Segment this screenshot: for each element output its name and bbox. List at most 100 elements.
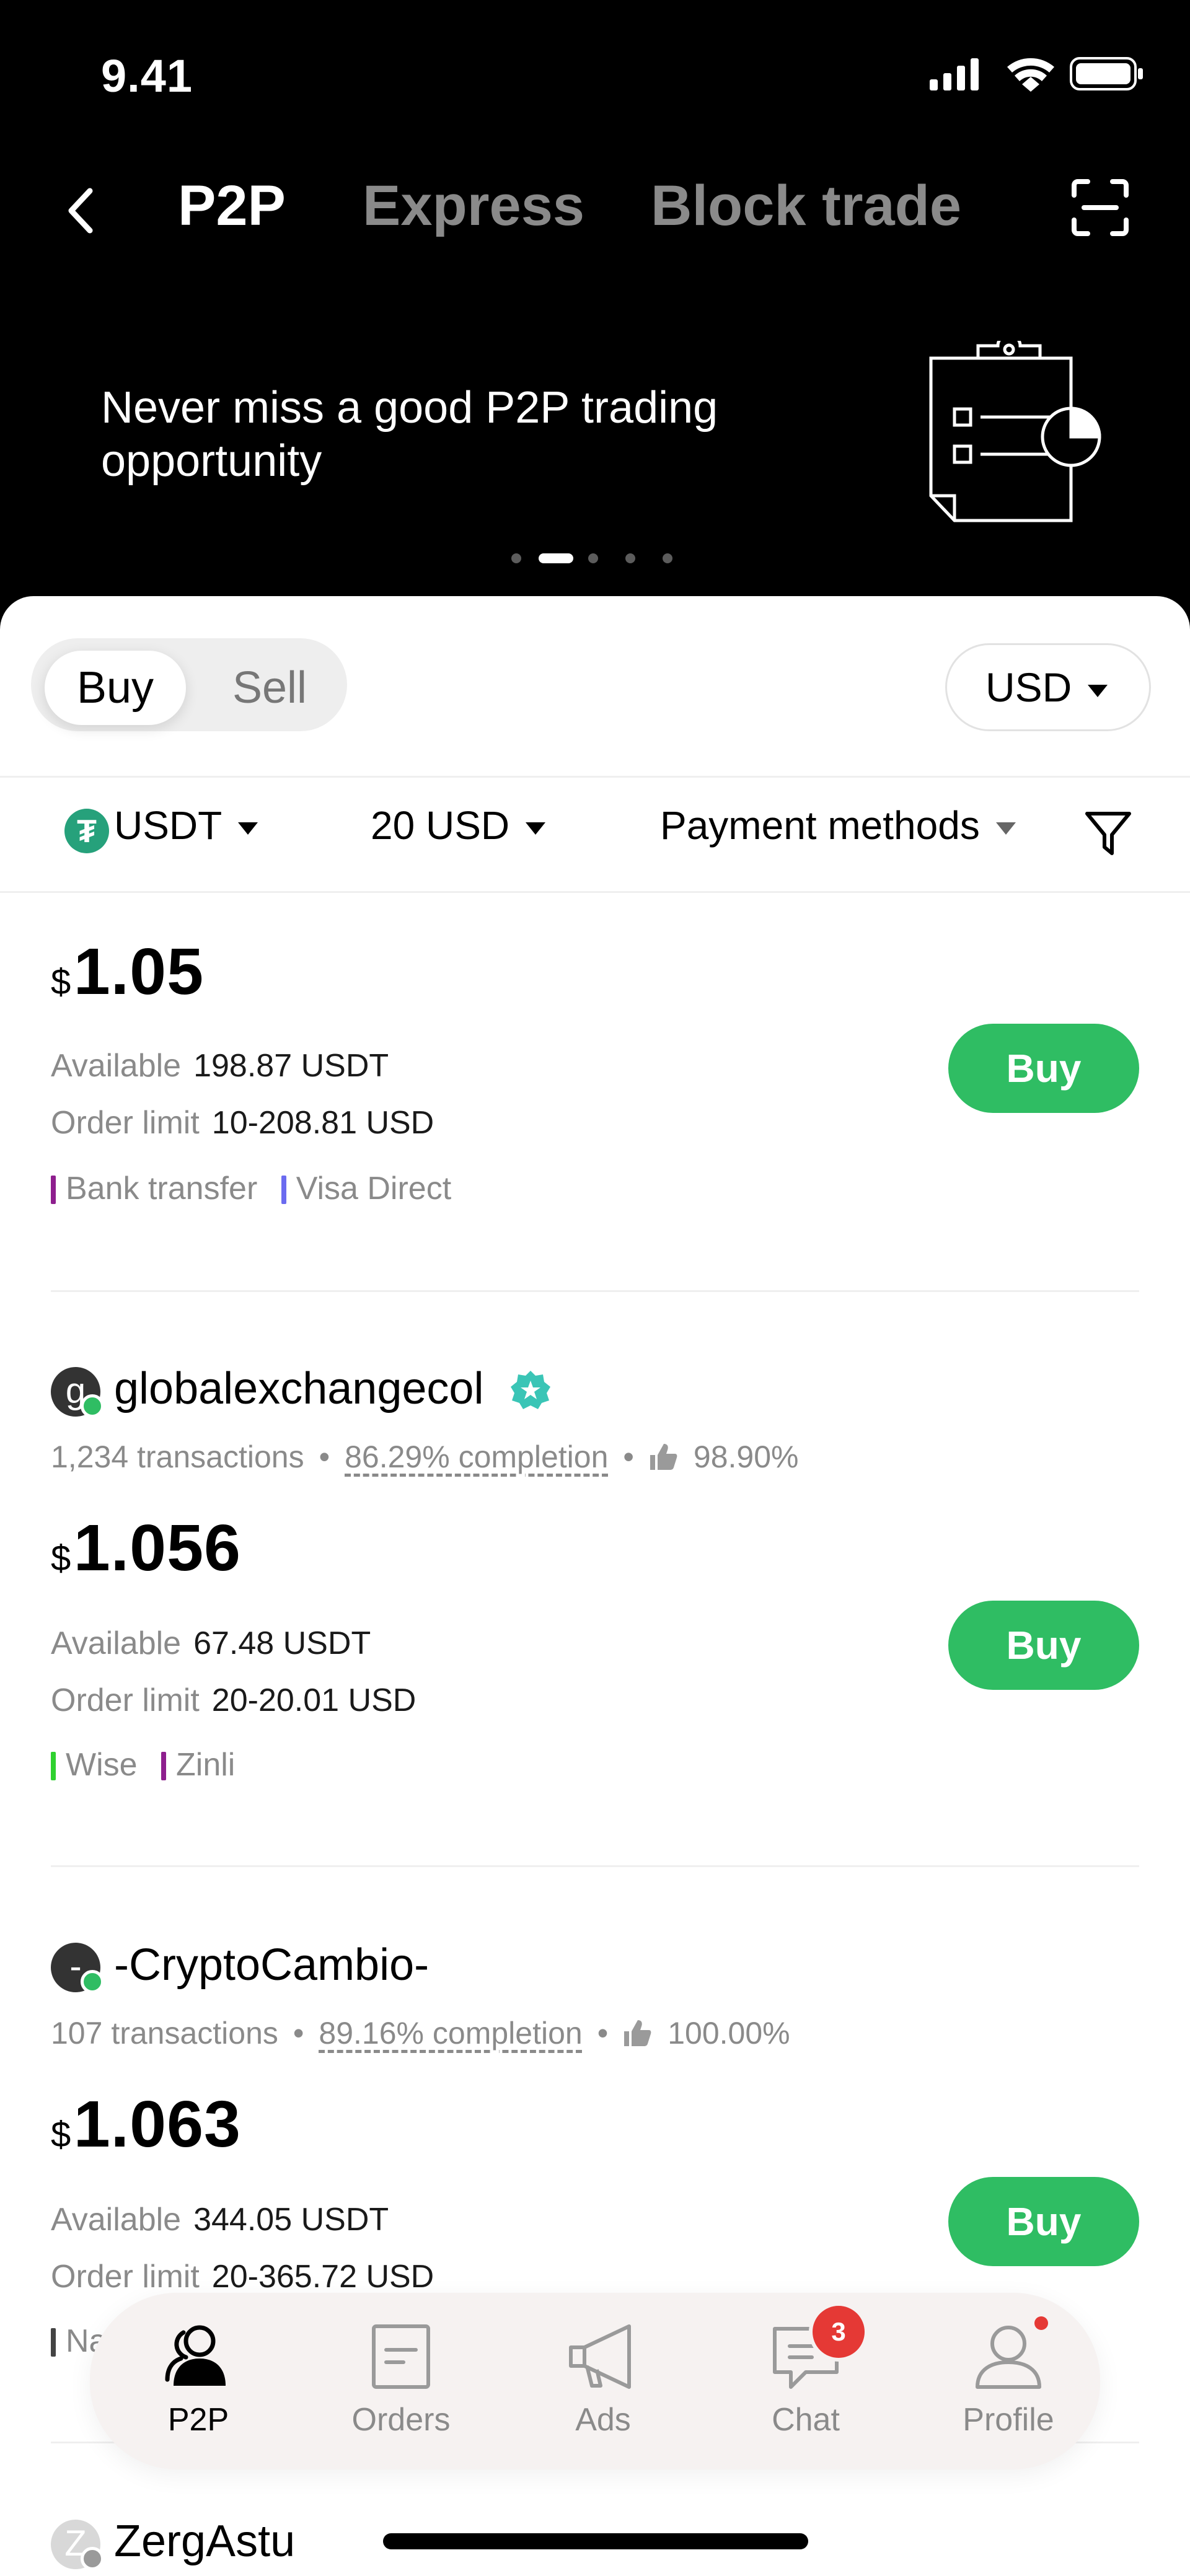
offer-price: $ 1.05: [51, 934, 204, 1009]
profile-icon: [976, 2326, 1041, 2389]
merchant-name[interactable]: -CryptoCambio-: [114, 1940, 429, 1990]
currency-selector[interactable]: USD: [945, 643, 1151, 731]
bottom-nav: P2P Orders Ads 3 Chat Profile: [90, 2293, 1100, 2469]
home-indicator[interactable]: [383, 2533, 808, 2549]
wifi-icon: [1007, 58, 1054, 92]
merchant-stats: 1,234 transactions • 86.29% completion • 98.…: [51, 1440, 799, 1474]
available-label: Available: [51, 2202, 182, 2238]
rating-value: 98.90%: [693, 1440, 799, 1474]
price-value: 1.05: [73, 935, 205, 1008]
buy-button[interactable]: Buy: [948, 1024, 1139, 1113]
online-indicator: [81, 1970, 104, 1994]
caret-down-icon: [526, 822, 546, 835]
limit-row: Order limit 20-20.01 USD: [51, 1682, 416, 1719]
nav-label: Profile: [963, 2402, 1054, 2438]
megaphone-icon: [569, 2324, 631, 2389]
nav-item-p2p[interactable]: P2P: [115, 2293, 282, 2469]
limit-label: Order limit: [51, 1105, 200, 1141]
payment-filter[interactable]: Payment methods: [660, 802, 1016, 848]
available-row: Available 67.48 USDT: [51, 1625, 371, 1662]
nav-label: Orders: [351, 2402, 451, 2438]
signal-icon: [930, 58, 979, 90]
online-indicator: [81, 1394, 104, 1418]
usdt-coin-icon: ₮: [64, 809, 109, 853]
nav-item-profile[interactable]: Profile: [925, 2293, 1092, 2469]
available-value: 344.05 USDT: [193, 2202, 389, 2238]
nav-item-orders[interactable]: Orders: [317, 2293, 485, 2469]
nav-label: Ads: [575, 2402, 631, 2438]
caret-down-icon: [238, 822, 258, 835]
limit-value: 20-20.01 USD: [211, 1682, 416, 1718]
battery-icon: [1070, 57, 1143, 90]
tab-block-trade[interactable]: Block trade: [651, 174, 961, 239]
nav-label: P2P: [167, 2402, 229, 2438]
status-time: 9.41: [101, 50, 193, 102]
merchant-name[interactable]: globalexchangecol: [114, 1363, 483, 1414]
completion-rate[interactable]: 89.16% completion: [319, 2016, 582, 2051]
scan-icon[interactable]: [1069, 177, 1131, 239]
currency-label: USD: [985, 664, 1072, 710]
pager-dot[interactable]: [663, 553, 672, 563]
payment-methods: Bank transfer Visa Direct: [51, 1170, 451, 1207]
transactions-count: 107 transactions: [51, 2016, 278, 2051]
divider: [51, 1865, 1139, 1867]
sell-tab[interactable]: Sell: [205, 651, 335, 725]
payment-methods: Wise Zinli: [51, 1746, 235, 1783]
tab-express[interactable]: Express: [363, 174, 584, 239]
available-row: Available 198.87 USDT: [51, 1047, 389, 1084]
filter-icon[interactable]: [1083, 809, 1133, 858]
payment-filter-label: Payment methods: [660, 803, 980, 848]
offline-indicator: [81, 2547, 104, 2570]
available-value: 198.87 USDT: [193, 1048, 389, 1084]
notification-dot: [1034, 2316, 1048, 2330]
offer-price: $ 1.063: [51, 2087, 241, 2162]
caret-down-icon: [1088, 684, 1108, 697]
divider: [0, 776, 1190, 778]
pager-dot[interactable]: [588, 553, 598, 563]
users-icon: [165, 2325, 226, 2386]
thumbs-up-icon: [650, 1444, 677, 1470]
currency-symbol: $: [51, 2114, 71, 2155]
document-icon: [372, 2324, 430, 2389]
limit-label: Order limit: [51, 2259, 200, 2295]
thumbs-up-icon: [624, 2020, 651, 2046]
currency-symbol: $: [51, 962, 71, 1002]
merchant-name[interactable]: ZergAstu: [114, 2516, 295, 2567]
caret-down-icon: [995, 822, 1016, 835]
nav-item-chat[interactable]: 3 Chat: [722, 2293, 889, 2469]
status-icons: [930, 57, 1143, 92]
limit-value: 10-208.81 USD: [211, 1105, 434, 1141]
tab-p2p[interactable]: P2P: [178, 174, 286, 239]
buy-tab[interactable]: Buy: [45, 651, 186, 725]
price-value: 1.063: [73, 2088, 241, 2161]
clipboard-chart-illustration: [929, 341, 1101, 522]
transactions-count: 1,234 transactions: [51, 1440, 304, 1474]
merchant-stats: 107 transactions • 89.16% completion • 100.0…: [51, 2016, 790, 2051]
pager-dot-active[interactable]: [539, 553, 573, 563]
amount-filter[interactable]: 20 USD: [371, 802, 546, 848]
price-value: 1.056: [73, 1511, 241, 1585]
buy-button[interactable]: Buy: [948, 1601, 1139, 1690]
payment-method: Bank transfer: [66, 1171, 258, 1207]
amount-filter-label: 20 USD: [371, 803, 510, 848]
back-icon[interactable]: [59, 180, 102, 242]
available-value: 67.48 USDT: [193, 1625, 371, 1661]
limit-row: Order limit 20-365.72 USD: [51, 2258, 434, 2295]
verified-badge-icon: [511, 1371, 550, 1409]
offer-price: $ 1.056: [51, 1511, 241, 1586]
pager-dot[interactable]: [511, 553, 521, 563]
banner-text[interactable]: Never miss a good P2P trading opportunit…: [101, 381, 783, 488]
limit-row: Order limit 10-208.81 USD: [51, 1104, 434, 1141]
available-label: Available: [51, 1625, 182, 1661]
completion-rate[interactable]: 86.29% completion: [345, 1440, 608, 1474]
asset-filter[interactable]: USDT: [114, 802, 258, 848]
payment-method: Visa Direct: [296, 1171, 452, 1207]
banner-pager: [511, 552, 685, 564]
pager-dot[interactable]: [625, 553, 635, 563]
limit-label: Order limit: [51, 1682, 200, 1718]
nav-label: Chat: [772, 2402, 840, 2438]
rating-value: 100.00%: [668, 2016, 790, 2051]
nav-item-ads[interactable]: Ads: [519, 2293, 687, 2469]
buy-button[interactable]: Buy: [948, 2177, 1139, 2266]
divider: [0, 891, 1190, 893]
